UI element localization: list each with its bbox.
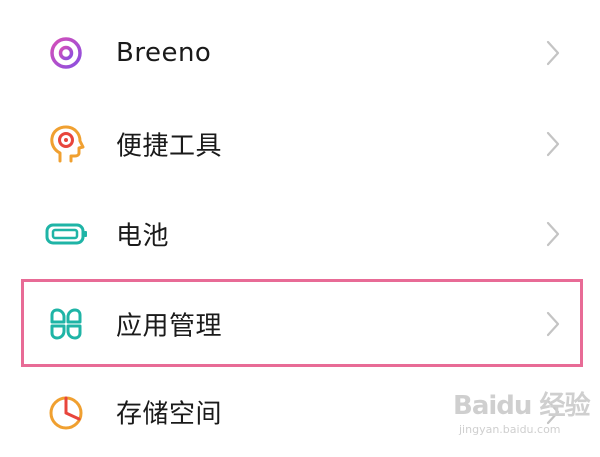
watermark-sub-text: jingyan.baidu.com (459, 423, 561, 436)
baidu-jingyan-watermark: Baidu 经验 jingyan.baidu.com (453, 383, 593, 443)
settings-item-breeno[interactable]: Breeno (0, 8, 600, 98)
chevron-right-icon (543, 130, 563, 158)
settings-item-label: 便捷工具 (116, 131, 223, 162)
convenience-tools-icon (44, 122, 88, 166)
chevron-right-icon (543, 39, 563, 67)
breeno-icon (44, 31, 88, 75)
settings-item-battery[interactable]: 电池 (0, 189, 600, 279)
settings-item-label: 存储空间 (116, 399, 223, 430)
chevron-right-icon (543, 310, 563, 338)
chevron-right-icon (543, 220, 563, 248)
storage-icon (44, 390, 88, 434)
settings-item-convenience-tools[interactable]: 便捷工具 (0, 99, 600, 189)
app-management-icon (44, 302, 88, 346)
settings-item-app-management[interactable]: 应用管理 (0, 279, 600, 369)
settings-item-label: 电池 (116, 221, 170, 252)
battery-icon (44, 212, 88, 256)
settings-item-label: Breeno (116, 38, 212, 68)
settings-item-label: 应用管理 (116, 311, 223, 342)
watermark-main-text: Baidu 经验 (453, 391, 590, 421)
